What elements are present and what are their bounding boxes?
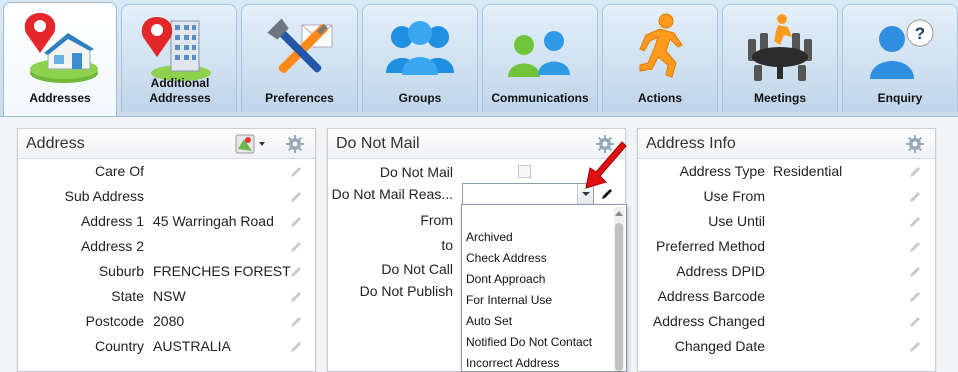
tab-communications[interactable]: Communications <box>482 4 598 112</box>
field-label: Changed Date <box>674 338 765 354</box>
dropdown-option[interactable]: For Internal Use <box>466 293 552 307</box>
enquiry-person-icon: ? <box>870 19 934 79</box>
tab-additional-addresses[interactable]: Additional Addresses <box>121 4 237 112</box>
tab-label: Addresses <box>29 91 91 105</box>
pencil-icon[interactable] <box>908 190 922 204</box>
scroll-up-icon[interactable] <box>615 211 623 216</box>
running-man-icon <box>639 13 683 78</box>
field-label: Sub Address <box>64 188 144 204</box>
tab-addresses[interactable]: Addresses <box>3 2 117 116</box>
tab-actions[interactable]: Actions <box>602 4 718 112</box>
pencil-icon[interactable] <box>289 340 303 354</box>
field-label: Country <box>94 338 144 354</box>
do-not-mail-reason-dropdown: Incorrect Address Notified Do Not Contact… <box>461 204 627 372</box>
dropdown-option[interactable]: Auto Set <box>466 314 512 328</box>
pencil-icon[interactable] <box>289 290 303 304</box>
field-value: Residential <box>773 163 843 179</box>
pencil-icon[interactable] <box>289 215 303 229</box>
field-value: FRENCHES FOREST <box>153 263 291 279</box>
svg-text:?: ? <box>915 24 925 43</box>
do-not-mail-label: Do Not Mail <box>379 164 453 180</box>
field-label: Suburb <box>98 263 144 279</box>
tab-label: Preferences <box>265 91 334 105</box>
do-not-mail-reason-select[interactable] <box>462 183 594 205</box>
tab-label: Communications <box>491 91 589 105</box>
address-info-panel: Address Info Address Type Residential Use … <box>637 128 936 372</box>
field-label: Care Of <box>94 163 144 179</box>
dropdown-option[interactable]: Check Address <box>466 251 547 265</box>
dropdown-option[interactable]: Incorrect Address <box>466 356 559 370</box>
gear-icon[interactable] <box>285 134 305 154</box>
field-label: Address Type <box>679 163 765 179</box>
dropdown-scrollbar[interactable] <box>614 207 624 371</box>
from-label: From <box>420 212 453 228</box>
field-label: Address 1 <box>80 213 144 229</box>
do-not-publish-label: Do Not Publish <box>359 283 453 299</box>
communications-icon <box>508 31 570 77</box>
dropdown-option[interactable]: Notified Do Not Contact <box>466 335 592 349</box>
pencil-icon[interactable] <box>289 240 303 254</box>
pencil-icon[interactable] <box>908 165 922 179</box>
panel-title: Address Info <box>646 135 736 152</box>
pencil-icon[interactable] <box>908 240 922 254</box>
panel-header: Address Info <box>638 129 935 159</box>
tab-preferences[interactable]: Preferences <box>241 4 358 112</box>
field-value: 45 Warringah Road <box>153 213 274 229</box>
field-label: Address DPID <box>676 263 765 279</box>
pencil-icon[interactable] <box>908 215 922 229</box>
tab-label: Enquiry <box>877 91 923 105</box>
field-label: Use Until <box>708 213 765 229</box>
panel-title: Do Not Mail <box>336 135 420 152</box>
group-icon <box>386 21 454 75</box>
scroll-thumb[interactable] <box>615 223 623 371</box>
panel-header: Address <box>18 129 315 159</box>
pencil-icon[interactable] <box>289 165 303 179</box>
do-not-mail-checkbox[interactable] <box>518 165 531 178</box>
house-pin-icon <box>24 13 98 83</box>
field-label: Postcode <box>85 313 144 329</box>
tab-meetings[interactable]: Meetings <box>722 4 838 112</box>
pencil-icon[interactable] <box>908 315 922 329</box>
panel-title: Address <box>26 135 85 152</box>
field-label: Use From <box>703 188 765 204</box>
tab-groups[interactable]: Groups <box>362 4 478 112</box>
field-label: State <box>111 288 144 304</box>
pencil-icon[interactable] <box>289 265 303 279</box>
tab-enquiry[interactable]: ? Enquiry <box>842 4 958 112</box>
field-label: Address 2 <box>80 238 144 254</box>
field-value: 2080 <box>153 313 185 329</box>
field-label: Address Barcode <box>657 288 765 304</box>
field-value: NSW <box>153 288 186 304</box>
pencil-icon[interactable] <box>908 290 922 304</box>
pencil-icon[interactable] <box>908 265 922 279</box>
tools-icon <box>266 18 332 74</box>
pencil-icon[interactable] <box>908 340 922 354</box>
meeting-table-icon <box>748 14 812 81</box>
dropdown-option[interactable]: Archived <box>466 230 513 244</box>
map-icon[interactable] <box>235 134 269 154</box>
pencil-icon[interactable] <box>289 315 303 329</box>
pencil-icon[interactable] <box>289 190 303 204</box>
do-not-mail-reason-label: Do Not Mail Reas... <box>331 186 453 202</box>
to-label: to <box>441 237 453 253</box>
field-label: Address Changed <box>652 313 765 329</box>
field-value: AUSTRALIA <box>153 338 231 354</box>
dropdown-option[interactable]: Dont Approach <box>466 272 545 286</box>
tab-label: Additional Addresses <box>149 76 211 105</box>
field-label: Preferred Method <box>656 238 765 254</box>
gear-icon[interactable] <box>905 134 925 154</box>
annotation-arrow-icon <box>585 141 627 189</box>
tab-label: Actions <box>637 91 682 105</box>
address-panel: Address Care Of Sub Address Address 1 45 Wa… <box>17 128 316 372</box>
tab-bar: Addresses Additional Addresses Preferenc… <box>0 0 958 116</box>
do-not-call-label: Do Not Call <box>381 261 453 277</box>
tab-label: Meetings <box>753 91 806 105</box>
tab-label: Groups <box>398 91 442 105</box>
